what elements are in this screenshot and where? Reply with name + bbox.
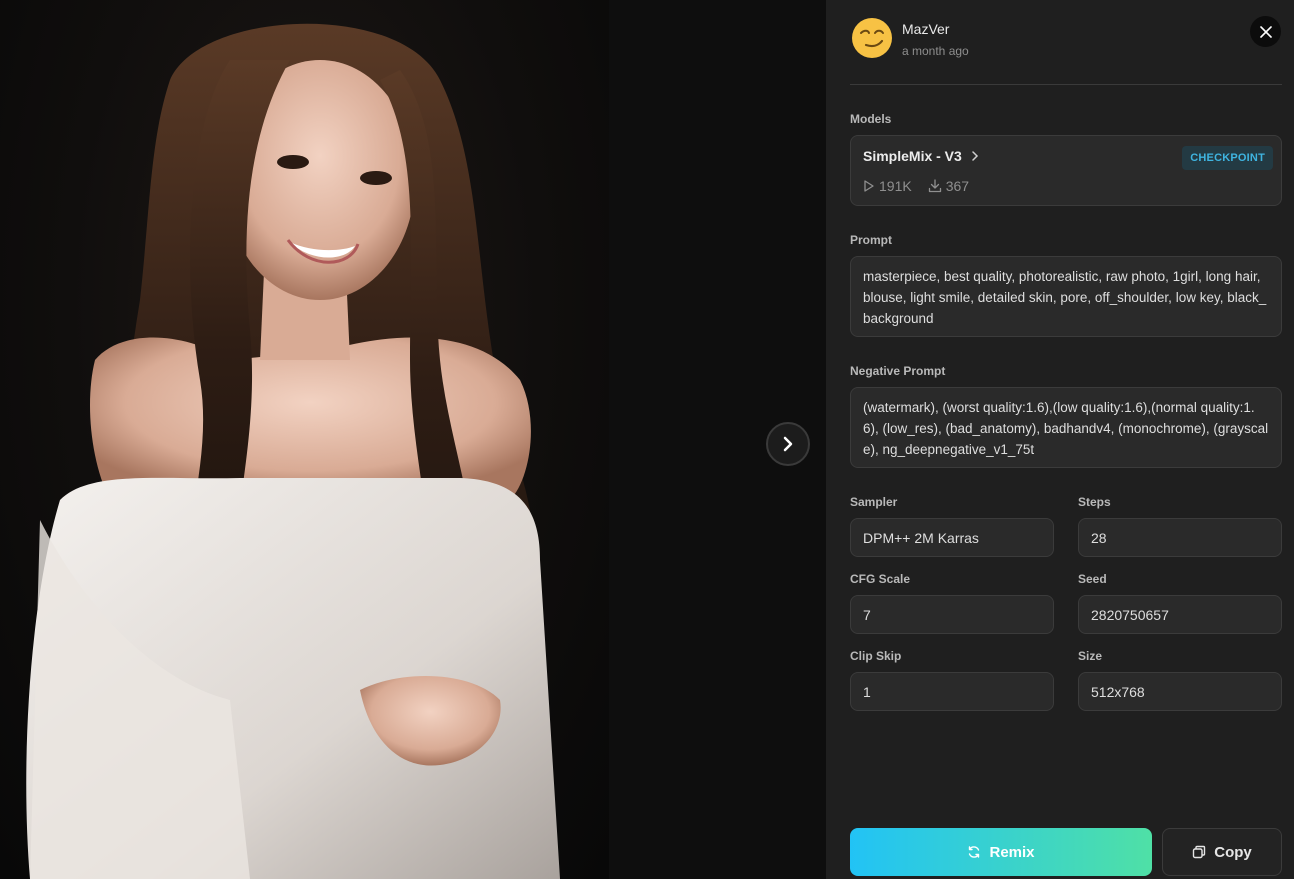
downloads-stat: 367: [928, 178, 969, 194]
divider: [850, 84, 1282, 85]
sampler-field[interactable]: DPM++ 2M Karras: [850, 518, 1054, 557]
refresh-icon: [969, 846, 980, 858]
avatar[interactable]: [850, 16, 894, 60]
portrait-illustration: [26, 23, 560, 879]
runs-stat: 191K: [863, 178, 912, 194]
clip-skip-field[interactable]: 1: [850, 672, 1054, 711]
model-name: SimpleMix - V3: [863, 148, 962, 164]
copy-label: Copy: [1214, 843, 1252, 861]
remix-button[interactable]: Remix: [850, 828, 1152, 876]
generated-image[interactable]: [0, 0, 609, 879]
negative-prompt-text[interactable]: (watermark), (worst quality:1.6),(low qu…: [850, 387, 1282, 468]
copy-button[interactable]: Copy: [1162, 828, 1282, 876]
chevron-right-icon: [972, 151, 978, 161]
author-name[interactable]: MazVer: [902, 21, 969, 37]
image-viewer: [0, 0, 826, 879]
close-icon: [1259, 25, 1272, 38]
model-card[interactable]: SimpleMix - V3 CHECKPOINT 191K 367: [850, 135, 1282, 206]
remix-label: Remix: [989, 843, 1035, 861]
models-label: Models: [850, 112, 892, 126]
generation-details-panel: MazVer a month ago Models SimpleMix - V3…: [826, 0, 1294, 879]
smirking-face-icon: [852, 18, 892, 58]
next-image-button[interactable]: [766, 422, 810, 466]
model-type-badge: CHECKPOINT: [1182, 146, 1273, 170]
runs-count: 191K: [879, 178, 912, 194]
model-name-link[interactable]: SimpleMix - V3: [863, 148, 980, 164]
size-label: Size: [1078, 649, 1103, 663]
seed-field[interactable]: 2820750657: [1078, 595, 1282, 634]
clip-skip-label: Clip Skip: [850, 649, 902, 663]
downloads-count: 367: [945, 178, 970, 194]
author-info[interactable]: MazVer a month ago: [850, 16, 969, 60]
steps-field[interactable]: 28: [1078, 518, 1282, 557]
cfg-scale-field[interactable]: 7: [850, 595, 1054, 634]
sampler-label: Sampler: [850, 495, 898, 509]
copy-icon: [1193, 845, 1206, 859]
negative-prompt-label: Negative Prompt: [850, 364, 946, 378]
prompt-label: Prompt: [850, 233, 892, 247]
play-icon: [864, 180, 874, 192]
download-icon: [928, 179, 941, 193]
post-time: a month ago: [902, 43, 969, 58]
chevron-right-icon: [783, 436, 793, 452]
cfg-scale-label: CFG Scale: [850, 572, 911, 586]
prompt-text[interactable]: masterpiece, best quality, photorealisti…: [850, 256, 1282, 337]
steps-label: Steps: [1078, 495, 1111, 509]
seed-label: Seed: [1078, 572, 1107, 586]
model-stats: 191K 367: [863, 178, 985, 194]
close-button[interactable]: [1250, 16, 1281, 47]
size-field[interactable]: 512x768: [1078, 672, 1282, 711]
